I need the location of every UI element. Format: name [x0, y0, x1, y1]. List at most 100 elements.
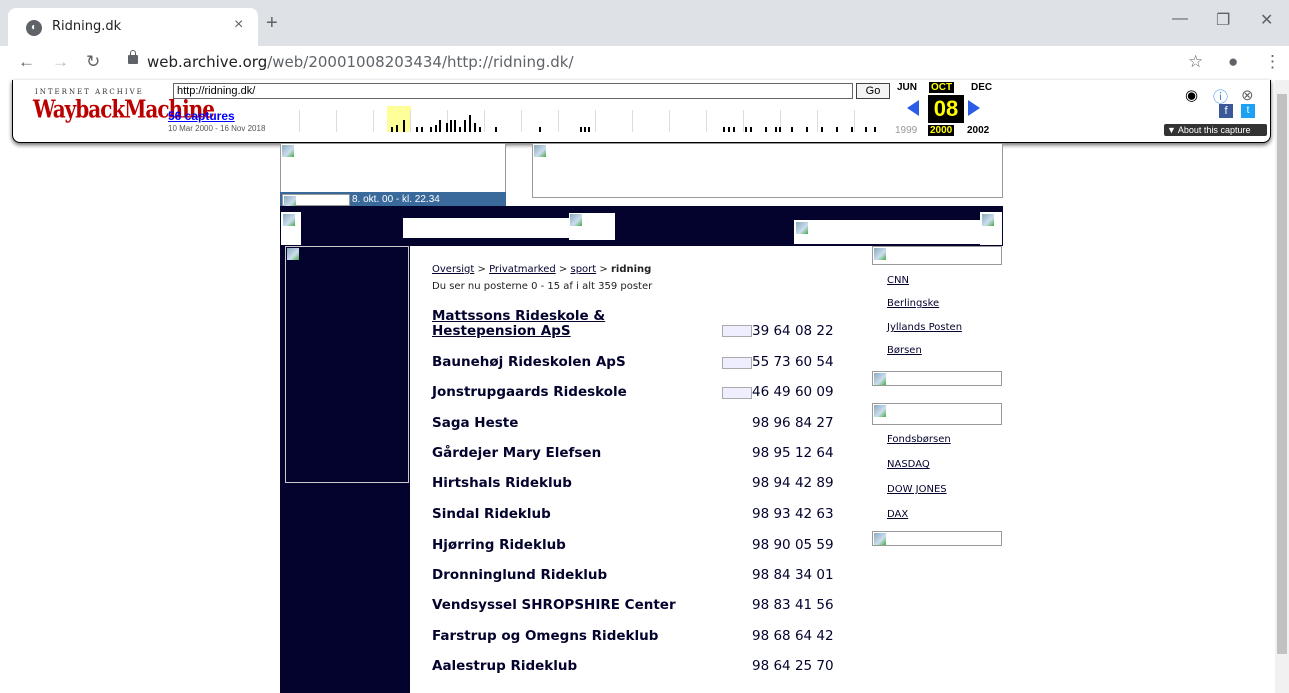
listing-phone: 55 73 60 54 — [752, 354, 834, 370]
link-jyllands-posten[interactable]: Jyllands Posten — [887, 322, 962, 333]
forward-icon[interactable]: → — [52, 52, 69, 72]
reload-icon[interactable]: ↻ — [86, 52, 100, 72]
year-prev[interactable]: 1999 — [895, 125, 917, 136]
next-capture-arrow-icon[interactable] — [968, 100, 980, 116]
listing-name: Saga Heste — [432, 415, 519, 431]
listing-phone: 98 68 64 42 — [752, 628, 834, 644]
list-item[interactable]: Saga Heste 98 96 84 27 — [432, 415, 852, 439]
wayback-go-button[interactable]: Go — [856, 83, 890, 99]
list-item[interactable]: Farstrup og Omegns Rideklub 98 68 64 42 — [432, 628, 852, 652]
link-fondsborsen[interactable]: Fondsbørsen — [887, 434, 951, 445]
breadcrumb-sep: > — [558, 264, 568, 275]
nav-left-image — [281, 212, 301, 245]
capture-histogram[interactable] — [299, 106, 891, 136]
list-item[interactable]: Aalestrup Rideklub 98 64 25 70 — [432, 658, 852, 682]
search-image[interactable] — [569, 213, 615, 240]
wayback-banner: INTERNET ARCHIVE WaybackMachine http://r… — [12, 80, 1271, 143]
month-current: OCT — [929, 82, 955, 93]
about-capture-button[interactable]: ▼ About this capture — [1164, 124, 1267, 136]
back-icon[interactable]: ← — [18, 52, 35, 72]
listing-name: Baunehøj Rideskolen ApS — [432, 354, 626, 370]
star-icon[interactable]: ☆ — [1188, 52, 1203, 72]
date-bar-image — [282, 194, 350, 208]
link-dax[interactable]: DAX — [887, 509, 908, 520]
left-column-image — [285, 246, 409, 483]
breadcrumb-oversigt[interactable]: Oversigt — [432, 264, 474, 275]
breadcrumb: Oversigt > Privatmarked > sport > ridnin… — [432, 264, 651, 275]
listing-phone: 98 83 41 56 — [752, 597, 834, 613]
listing-image — [722, 325, 752, 337]
listing-name: Jonstrupgaards Rideskole — [432, 384, 627, 400]
listing-phone: 98 84 34 01 — [752, 567, 834, 583]
link-dow-jones[interactable]: DOW JONES — [887, 484, 947, 495]
listing-phone: 98 93 42 63 — [752, 506, 834, 522]
link-nasdaq[interactable]: NASDAQ — [887, 459, 930, 470]
listing-name: Hjørring Rideklub — [432, 537, 566, 553]
prev-capture-arrow-icon[interactable] — [907, 100, 919, 116]
tab-close-icon[interactable]: × — [234, 16, 243, 34]
listing-name: Farstrup og Omegns Rideklub — [432, 628, 659, 644]
capture-day: 08 — [928, 95, 964, 123]
nav-right-image — [794, 220, 980, 244]
captures-link[interactable]: 56 captures — [168, 109, 235, 123]
month-next[interactable]: DEC — [971, 82, 992, 93]
menu-icon[interactable]: ⋮ — [1264, 52, 1281, 72]
list-item[interactable]: Dronninglund Rideklub 98 84 34 01 — [432, 567, 852, 591]
breadcrumb-sport[interactable]: sport — [570, 264, 596, 275]
list-item[interactable]: Jonstrupgaards Rideskole 46 49 60 09 — [432, 384, 852, 408]
scrollbar-thumb[interactable] — [1277, 94, 1287, 654]
list-item[interactable]: Mattssons Rideskole & Hestepension ApS 3… — [432, 309, 852, 343]
url-host: web.archive.org — [147, 53, 268, 71]
close-banner-icon[interactable]: ⊗ — [1241, 86, 1254, 104]
list-item[interactable]: Hirtshals Rideklub 98 94 42 89 — [432, 475, 852, 499]
market-header-image — [872, 403, 1002, 425]
listing-name[interactable]: Mattssons Rideskole & Hestepension ApS — [432, 309, 652, 339]
listing-phone: 46 49 60 09 — [752, 384, 834, 400]
lock-icon — [128, 50, 138, 64]
link-borsen[interactable]: Børsen — [887, 345, 922, 356]
url-path: /web/20001008203434/http://ridning.dk/ — [267, 53, 574, 71]
list-item[interactable]: Vendsyssel SHROPSHIRE Center 98 83 41 56 — [432, 597, 852, 621]
breadcrumb-privatmarked[interactable]: Privatmarked — [489, 264, 556, 275]
link-cnn[interactable]: CNN — [887, 275, 909, 286]
listing-phone: 98 90 05 59 — [752, 537, 834, 553]
globe-icon: ◐ — [26, 20, 42, 36]
listing-name: Gårdejer Mary Elefsen — [432, 445, 602, 461]
list-item[interactable]: Hjørring Rideklub 98 90 05 59 — [432, 537, 852, 561]
minimize-icon[interactable]: — — [1172, 10, 1188, 28]
new-tab-button[interactable]: + — [266, 12, 278, 35]
user-icon[interactable]: ◉ — [1185, 86, 1198, 104]
profile-icon[interactable]: ● — [1228, 52, 1238, 72]
restore-icon[interactable]: ❐ — [1216, 10, 1230, 30]
year-next[interactable]: 2002 — [967, 125, 989, 136]
twitter-icon[interactable]: t — [1241, 104, 1255, 118]
capture-range: 10 Mar 2000 - 16 Nov 2018 — [168, 124, 266, 133]
market-footer-image — [872, 531, 1002, 546]
listing-name: Hirtshals Rideklub — [432, 475, 572, 491]
link-berlingske[interactable]: Berlingske — [887, 298, 939, 309]
list-item[interactable]: Gårdejer Mary Elefsen 98 95 12 64 — [432, 445, 852, 469]
header-logo-image — [280, 143, 506, 193]
list-item[interactable]: Sindal Rideklub 98 93 42 63 — [432, 506, 852, 530]
month-prev[interactable]: JUN — [897, 82, 917, 93]
header-banner-image[interactable] — [532, 143, 1003, 198]
browser-toolbar: ← → ↻ web.archive.org/web/20001008203434… — [0, 46, 1289, 80]
listing-name: Aalestrup Rideklub — [432, 658, 578, 674]
search-box[interactable] — [403, 218, 569, 238]
nav-corner-image — [980, 212, 1002, 245]
wayback-url-input[interactable]: http://ridning.dk/ — [173, 83, 853, 99]
listing-phone: 98 96 84 27 — [752, 415, 834, 431]
close-window-icon[interactable]: ✕ — [1260, 10, 1273, 30]
list-item[interactable]: Baunehøj Rideskolen ApS 55 73 60 54 — [432, 354, 852, 378]
page-scrollbar[interactable] — [1275, 80, 1289, 693]
address-bar[interactable]: web.archive.org/web/20001008203434/http:… — [147, 53, 574, 71]
listing-phone: 98 64 25 70 — [752, 658, 834, 674]
news-footer-image — [872, 371, 1002, 386]
listing-image — [722, 387, 752, 399]
breadcrumb-sep: > — [599, 264, 608, 275]
tab-title: Ridning.dk — [52, 19, 122, 34]
browser-tab[interactable]: ◐ Ridning.dk × — [8, 8, 258, 46]
facebook-icon[interactable]: f — [1219, 104, 1233, 118]
breadcrumb-sep: > — [477, 264, 486, 275]
news-header-image — [872, 246, 1002, 265]
